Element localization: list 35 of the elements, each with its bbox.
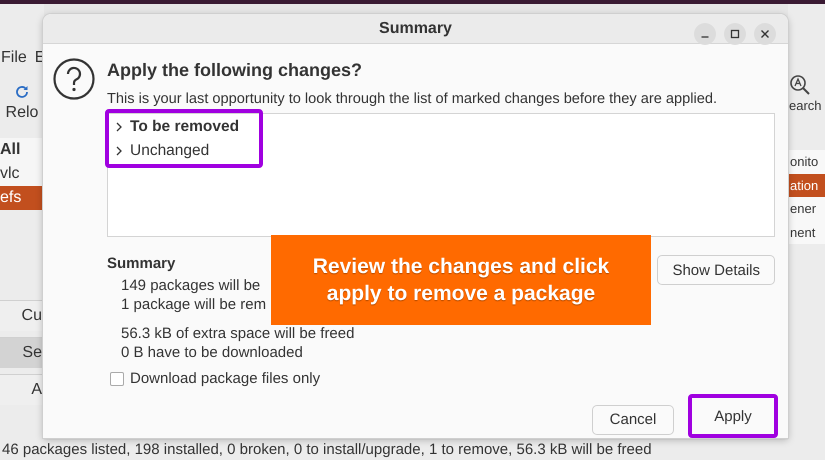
dialog-description: This is your last opportunity to look through the list of marked changes before they are applied. <box>107 91 718 107</box>
dialog-heading: Apply the following changes? <box>107 60 364 81</box>
toolbar-label[interactable]: earch <box>789 98 822 113</box>
summary-line: 0 B have to be downloaded <box>121 343 304 362</box>
filter-list-item[interactable]: All <box>0 138 44 162</box>
tree-item[interactable]: Unchanged <box>130 142 210 160</box>
maximize-icon[interactable] <box>724 23 746 45</box>
toolbar-label[interactable]: Relo <box>6 104 38 122</box>
expander-icon[interactable] <box>115 122 123 132</box>
filter-list-item[interactable]: vlc <box>0 162 44 186</box>
summary-line: 1 package will be rem <box>121 295 266 314</box>
checkbox-label[interactable]: Download package files only <box>130 370 320 387</box>
package-list-row[interactable]: ener <box>789 197 825 220</box>
close-icon[interactable] <box>754 23 776 45</box>
summary-heading: Summary <box>107 255 176 272</box>
summary-line: 56.3 kB of extra space will be freed <box>121 324 354 343</box>
reload-icon[interactable] <box>14 84 30 100</box>
package-list-row[interactable]: onito <box>789 150 825 174</box>
summary-line: 149 packages will be <box>121 276 262 295</box>
show-details-button[interactable]: Show Details <box>657 255 775 285</box>
dialog-button[interactable]: Apply <box>688 394 778 438</box>
expander-icon[interactable] <box>115 146 123 156</box>
dialog-title: Summary <box>379 20 452 38</box>
package-list-row[interactable]: nent <box>789 220 825 244</box>
callout-banner: Review the changes and click apply to remove a package <box>271 235 651 325</box>
menu-item[interactable]: File <box>1 49 27 67</box>
checkbox[interactable] <box>110 372 124 386</box>
tree-item[interactable]: To be removed <box>130 118 240 136</box>
filter-list-item[interactable]: efs <box>0 186 44 210</box>
package-list-row[interactable]: ation <box>789 174 825 197</box>
question-icon <box>53 58 95 100</box>
dialog-button[interactable]: Cancel <box>592 404 674 434</box>
status-bar: 46 packages listed, 198 installed, 0 broken, 0 to install/upgrade, 1 to remove, 56.3 kB will be freed <box>0 440 825 460</box>
search-icon[interactable] <box>789 74 811 96</box>
sidebar-button[interactable]: Se <box>0 337 44 368</box>
